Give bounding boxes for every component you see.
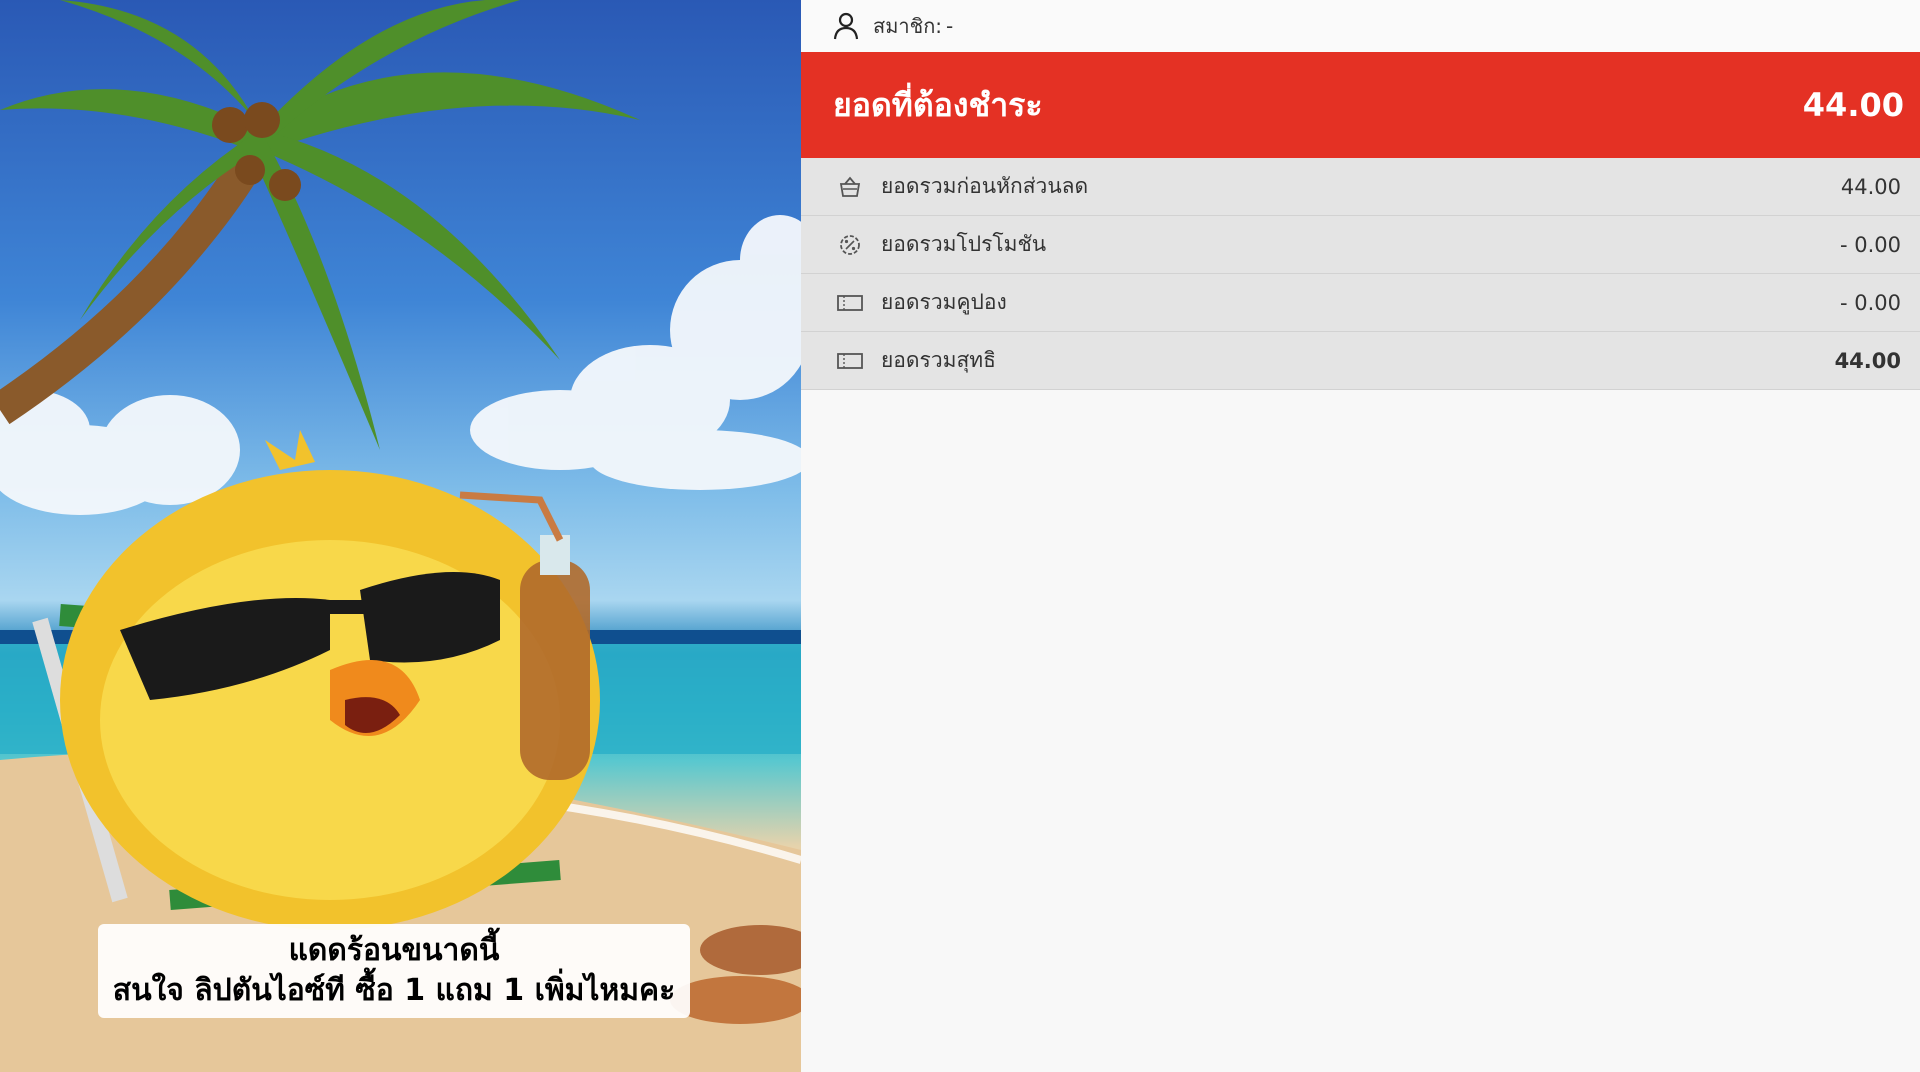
- user-icon: [833, 12, 859, 40]
- summary-rows: ยอดรวมก่อนหักส่วนลด 44.00 ยอดรวมโปรโมชัน…: [801, 158, 1920, 390]
- total-due-bar: ยอดที่ต้องชำระ 44.00: [801, 52, 1920, 158]
- summary-row-label: ยอดรวมคูปอง: [881, 290, 1007, 314]
- summary-row-coupon: ยอดรวมคูปอง - 0.00: [801, 274, 1920, 332]
- promo-banner: แดดร้อนขนาดนี้ สนใจ ลิปตันไอซ์ที ซื้อ 1 …: [0, 0, 801, 1072]
- summary-row-label: ยอดรวมสุทธิ: [881, 348, 996, 372]
- summary-row-value: 44.00: [1834, 348, 1901, 373]
- summary-row-value: - 0.00: [1839, 232, 1901, 257]
- promo-caption: แดดร้อนขนาดนี้ สนใจ ลิปตันไอซ์ที ซื้อ 1 …: [98, 924, 690, 1018]
- member-value: -: [946, 14, 954, 38]
- summary-row-label: ยอดรวมโปรโมชัน: [881, 232, 1047, 256]
- total-due-amount: 44.00: [1802, 86, 1904, 124]
- promo-caption-line1: แดดร้อนขนาดนี้: [288, 933, 500, 968]
- beach-chick-illustration: [0, 0, 801, 1072]
- coupon-icon: [837, 294, 863, 311]
- member-bar: สมาชิก: -: [801, 0, 1920, 52]
- summary-row-net-total: ยอดรวมสุทธิ 44.00: [801, 332, 1920, 390]
- payment-summary-panel: สมาชิก: - ยอดที่ต้องชำระ 44.00 ยอดรวมก่อ…: [801, 0, 1920, 1072]
- member-label: สมาชิก:: [873, 14, 943, 38]
- total-due-label: ยอดที่ต้องชำระ: [833, 85, 1043, 124]
- summary-row-value: 44.00: [1840, 174, 1901, 199]
- coupon-icon: [837, 352, 863, 369]
- promo-caption-line2: สนใจ ลิปตันไอซ์ที ซื้อ 1 แถม 1 เพิ่มไหมค…: [112, 973, 676, 1008]
- customer-display: แดดร้อนขนาดนี้ สนใจ ลิปตันไอซ์ที ซื้อ 1 …: [0, 0, 1920, 1072]
- summary-row-value: - 0.00: [1839, 290, 1901, 315]
- summary-row-subtotal: ยอดรวมก่อนหักส่วนลด 44.00: [801, 158, 1920, 216]
- summary-row-label: ยอดรวมก่อนหักส่วนลด: [881, 174, 1089, 198]
- summary-row-promotion: ยอดรวมโปรโมชัน - 0.00: [801, 216, 1920, 274]
- percent-badge-icon: [840, 234, 860, 255]
- basket-icon: [839, 176, 861, 197]
